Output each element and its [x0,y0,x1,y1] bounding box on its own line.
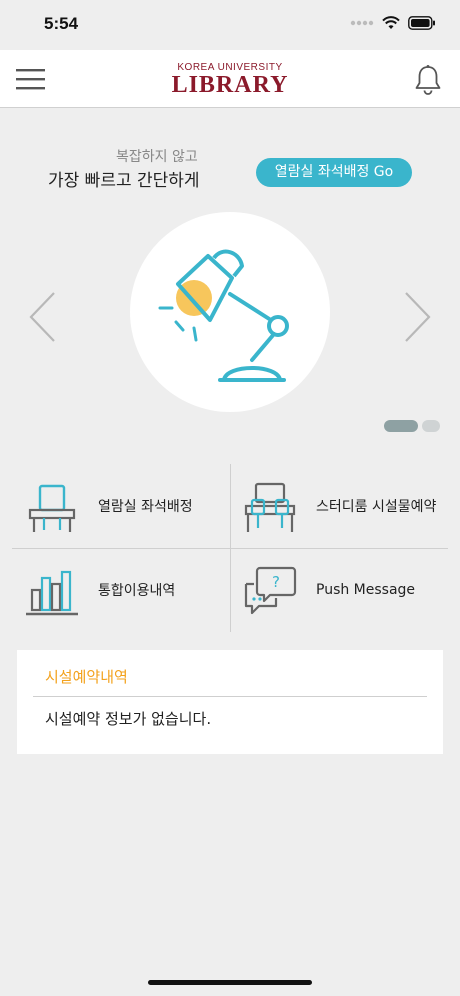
logo-title: LIBRARY [171,72,289,98]
seat-assignment-go-button[interactable]: 열람실 좌석배정 Go [256,158,412,187]
menu-label: Push Message [316,582,416,598]
reservation-title: 시설예약내역 [45,668,128,686]
lamp-illustration [130,212,330,412]
card-divider [33,696,427,697]
menu-grid: 열람실 좌석배정 스터디룸 시설물예약 통합이용내역 ? Push Messag… [12,464,448,632]
menu-reading-room-seat[interactable]: 열람실 좌석배정 [12,464,230,548]
menu-label: 스터디룸 시설물예약 [316,499,437,515]
battery-icon [408,16,435,30]
bar-chart-icon [26,570,78,616]
signal-dots-icon [350,20,374,26]
bell-icon[interactable] [414,64,442,96]
tagline-line1: 복잡하지 않고 [116,149,198,165]
carousel-dot-active[interactable] [384,420,418,432]
menu-study-room-reservation[interactable]: 스터디룸 시설물예약 [230,464,448,548]
svg-text:?: ? [272,573,280,591]
desk-lamp-icon [158,249,289,382]
menu-label: 통합이용내역 [98,583,176,599]
library-logo: KOREA UNIVERSITY LIBRARY [0,62,460,97]
status-time: 5:54 [44,14,79,33]
menu-divider-horizontal [12,548,448,549]
reservation-empty-message: 시설예약 정보가 없습니다. [45,710,212,728]
carousel-dot[interactable] [422,420,440,432]
status-icons [350,16,436,30]
menu-push-message[interactable]: ? Push Message [230,548,448,632]
home-indicator[interactable] [148,980,312,985]
app-header: KOREA UNIVERSITY LIBRARY [0,50,460,108]
study-room-icon [244,482,296,532]
menu-label: 열람실 좌석배정 [98,499,193,515]
tagline-line2: 가장 빠르고 간단하게 [48,171,200,191]
facility-reservation-card: 시설예약내역 시설예약 정보가 없습니다. [17,650,443,754]
hero-banner: 복잡하지 않고 가장 빠르고 간단하게 열람실 좌석배정 Go [0,108,460,444]
status-bar: 5:54 [0,0,460,50]
chat-bubble-icon: ? [244,566,297,615]
carousel-indicator [384,420,440,432]
carousel-next-arrow-icon[interactable] [402,290,434,344]
wifi-icon [382,16,400,29]
reading-room-seat-icon [28,484,76,532]
carousel-prev-arrow-icon[interactable] [26,290,58,344]
menu-usage-history[interactable]: 통합이용내역 [12,548,230,632]
